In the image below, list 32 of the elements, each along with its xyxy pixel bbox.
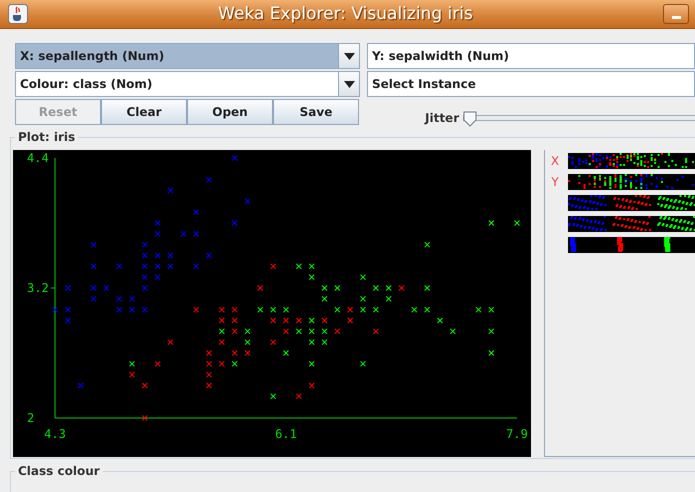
y-tick-label: 2 [27,411,34,425]
minimize-button[interactable] [663,4,689,24]
attribute-strip[interactable] [568,237,695,253]
dropdown-field[interactable]: Select Instance [367,71,695,97]
y-tick-label: 3.2 [27,281,49,295]
dropdown-button[interactable] [339,71,360,97]
axis-marker: X [550,154,560,168]
attribute-strip[interactable] [568,216,695,232]
dropdown-field[interactable]: Y: sepalwidth (Num) [367,43,695,69]
y-tick-label: 4.4 [27,151,49,165]
toolbar-button[interactable]: Save [273,99,359,125]
toolbar-button[interactable]: Clear [101,99,187,125]
dropdown-field[interactable]: Colour: class (Nom) [15,71,339,97]
attribute-strip[interactable] [568,195,695,211]
dropdown-field[interactable]: X: sepallength (Num) [15,43,339,69]
panel-title: Class colour [15,464,103,478]
axis-marker: Y [550,175,560,189]
attribute-strip[interactable] [568,153,695,169]
jitter-label: Jitter [425,111,460,125]
caret-icon [344,52,354,60]
window-title: Weka Explorer: Visualizing iris [217,4,474,24]
attribute-strip[interactable] [568,174,695,190]
panel-title: Plot: iris [15,130,78,144]
coffee-cup-icon[interactable] [8,4,28,24]
minimize-icon [672,16,680,19]
toolbar-button[interactable]: Open [187,99,273,125]
slider-thumb[interactable] [463,111,478,127]
caret-icon [344,80,354,88]
x-tick-label: 4.3 [44,427,66,441]
dropdown-button[interactable] [339,43,360,69]
x-tick-label: 7.9 [506,427,528,441]
x-tick-label: 6.1 [275,427,297,441]
